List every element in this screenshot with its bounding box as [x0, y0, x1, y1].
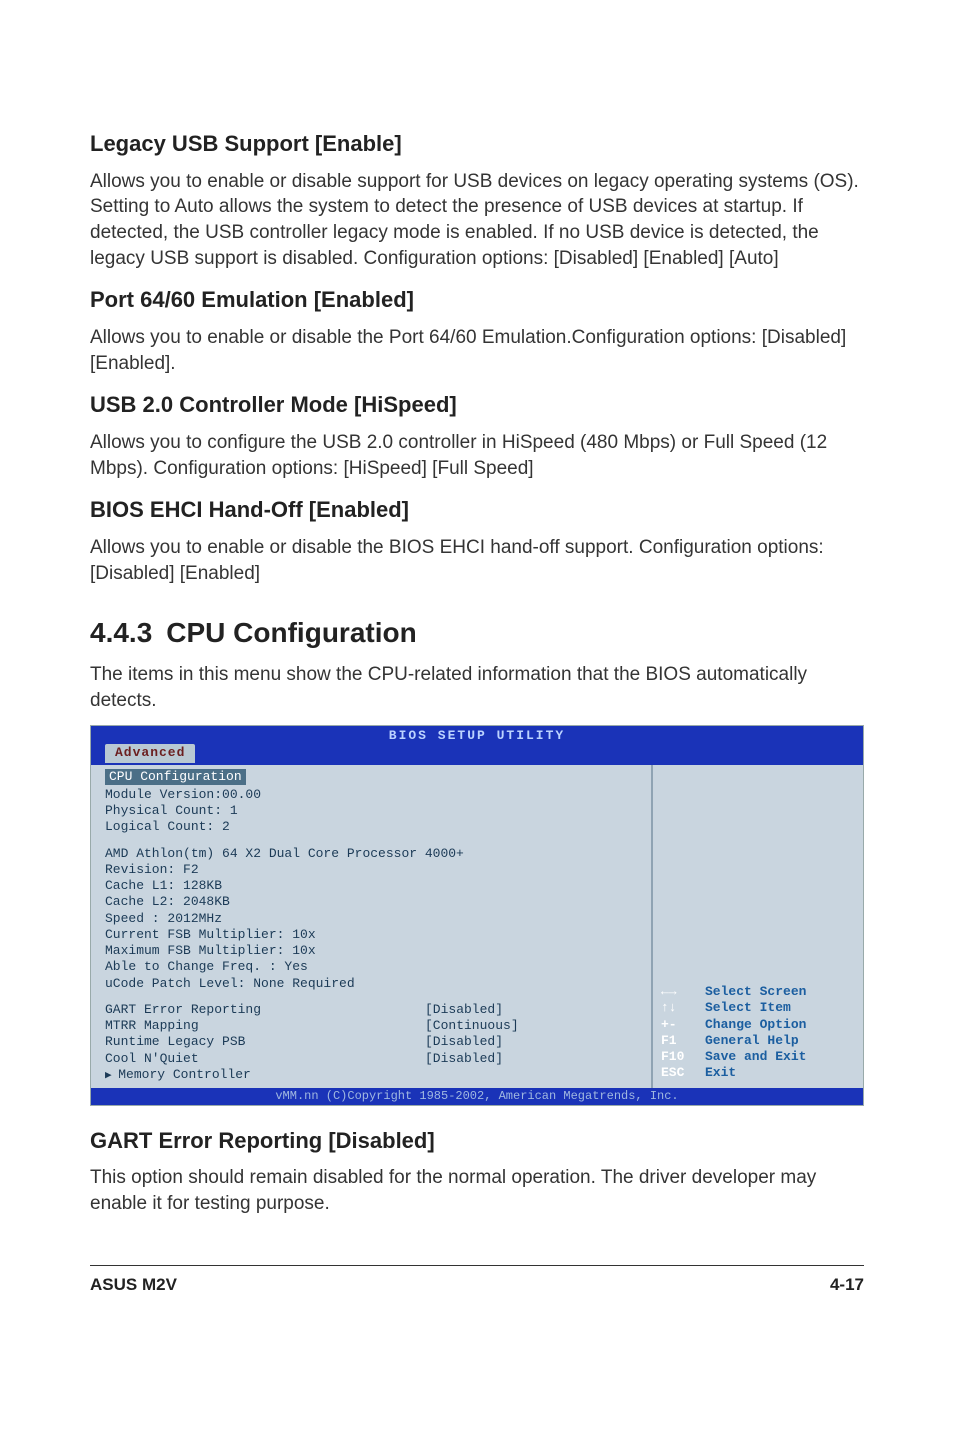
bios-help-label: Change Option: [705, 1017, 806, 1033]
bios-screenshot: BIOS SETUP UTILITY Advanced CPU Configur…: [90, 725, 864, 1106]
bios-footer: vMM.nn (C)Copyright 1985-2002, American …: [91, 1088, 863, 1105]
text-cpu-intro: The items in this menu show the CPU-rela…: [90, 662, 864, 713]
bios-setting-label: MTRR Mapping: [105, 1018, 425, 1034]
bios-setting-label: Cool N'Quiet: [105, 1051, 425, 1067]
bios-cpu-line: AMD Athlon(tm) 64 X2 Dual Core Processor…: [105, 846, 641, 862]
bios-help-key: ←→: [661, 984, 705, 1000]
heading-legacy-usb: Legacy USB Support [Enable]: [90, 129, 864, 159]
bios-cpu-line: Current FSB Multiplier: 10x: [105, 927, 641, 943]
bios-help-label: General Help: [705, 1033, 799, 1049]
bios-header: BIOS SETUP UTILITY: [91, 726, 863, 744]
bios-setting-label: Runtime Legacy PSB: [105, 1034, 425, 1050]
heading-cpu-config: 4.4.3 CPU Configuration: [90, 614, 864, 652]
text-legacy-usb: Allows you to enable or disable support …: [90, 169, 864, 272]
footer-left: ASUS M2V: [90, 1274, 177, 1297]
bios-tab-advanced[interactable]: Advanced: [105, 744, 195, 762]
bios-cpu-line: Speed : 2012MHz: [105, 911, 641, 927]
bios-setting-row[interactable]: Runtime Legacy PSB [Disabled]: [105, 1034, 641, 1050]
bios-help-key: ↑↓: [661, 1000, 705, 1016]
bios-help-row: ↑↓Select Item: [661, 1000, 806, 1016]
bios-cpu-line: Revision: F2: [105, 862, 641, 878]
page-footer: ASUS M2V 4-17: [90, 1265, 864, 1297]
bios-cpu-line: Able to Change Freq. : Yes: [105, 959, 641, 975]
bios-help-key: F1: [661, 1033, 705, 1049]
bios-cpu-line: Maximum FSB Multiplier: 10x: [105, 943, 641, 959]
footer-right: 4-17: [830, 1274, 864, 1297]
bios-right-panel: ←→Select Screen ↑↓Select Item +-Change O…: [653, 765, 863, 1088]
bios-setting-label: GART Error Reporting: [105, 1002, 425, 1018]
bios-help-label: Exit: [705, 1065, 736, 1081]
bios-help-label: Save and Exit: [705, 1049, 806, 1065]
bios-setting-value: [Continuous]: [425, 1018, 519, 1034]
bios-submenu-memory-controller[interactable]: Memory Controller: [105, 1067, 641, 1084]
bios-setting-row[interactable]: Cool N'Quiet [Disabled]: [105, 1051, 641, 1067]
section-title: CPU Configuration: [166, 617, 416, 648]
bios-setting-value: [Disabled]: [425, 1002, 503, 1018]
heading-usb20: USB 2.0 Controller Mode [HiSpeed]: [90, 390, 864, 420]
bios-info-line: Physical Count: 1: [105, 803, 641, 819]
bios-help-row: +-Change Option: [661, 1017, 806, 1033]
text-usb20: Allows you to configure the USB 2.0 cont…: [90, 430, 864, 481]
bios-tabrow: Advanced: [91, 744, 863, 764]
bios-cpu-line: uCode Patch Level: None Required: [105, 976, 641, 992]
bios-left-panel: CPU Configuration Module Version:00.00 P…: [91, 765, 653, 1088]
bios-help-key: F10: [661, 1049, 705, 1065]
bios-setting-row[interactable]: MTRR Mapping [Continuous]: [105, 1018, 641, 1034]
bios-setting-value: [Disabled]: [425, 1034, 503, 1050]
text-ehci: Allows you to enable or disable the BIOS…: [90, 535, 864, 586]
bios-help-row: ←→Select Screen: [661, 984, 806, 1000]
heading-ehci: BIOS EHCI Hand-Off [Enabled]: [90, 495, 864, 525]
section-number: 4.4.3: [90, 614, 152, 652]
bios-help-key: +-: [661, 1017, 705, 1033]
bios-help-block: ←→Select Screen ↑↓Select Item +-Change O…: [661, 984, 806, 1082]
text-gart: This option should remain disabled for t…: [90, 1165, 864, 1216]
bios-body: CPU Configuration Module Version:00.00 P…: [91, 765, 863, 1088]
bios-help-key: ESC: [661, 1065, 705, 1081]
bios-help-row: F1General Help: [661, 1033, 806, 1049]
bios-help-label: Select Screen: [705, 984, 806, 1000]
bios-info-line: Module Version:00.00: [105, 787, 641, 803]
bios-cpu-line: Cache L2: 2048KB: [105, 894, 641, 910]
text-port6460: Allows you to enable or disable the Port…: [90, 325, 864, 376]
bios-cpu-line: Cache L1: 128KB: [105, 878, 641, 894]
heading-port6460: Port 64/60 Emulation [Enabled]: [90, 285, 864, 315]
bios-setting-value: [Disabled]: [425, 1051, 503, 1067]
heading-gart: GART Error Reporting [Disabled]: [90, 1126, 864, 1156]
bios-panel-title: CPU Configuration: [105, 769, 246, 785]
bios-help-row: ESCExit: [661, 1065, 806, 1081]
bios-help-label: Select Item: [705, 1000, 791, 1016]
bios-help-row: F10Save and Exit: [661, 1049, 806, 1065]
bios-info-line: Logical Count: 2: [105, 819, 641, 835]
bios-setting-row[interactable]: GART Error Reporting [Disabled]: [105, 1002, 641, 1018]
